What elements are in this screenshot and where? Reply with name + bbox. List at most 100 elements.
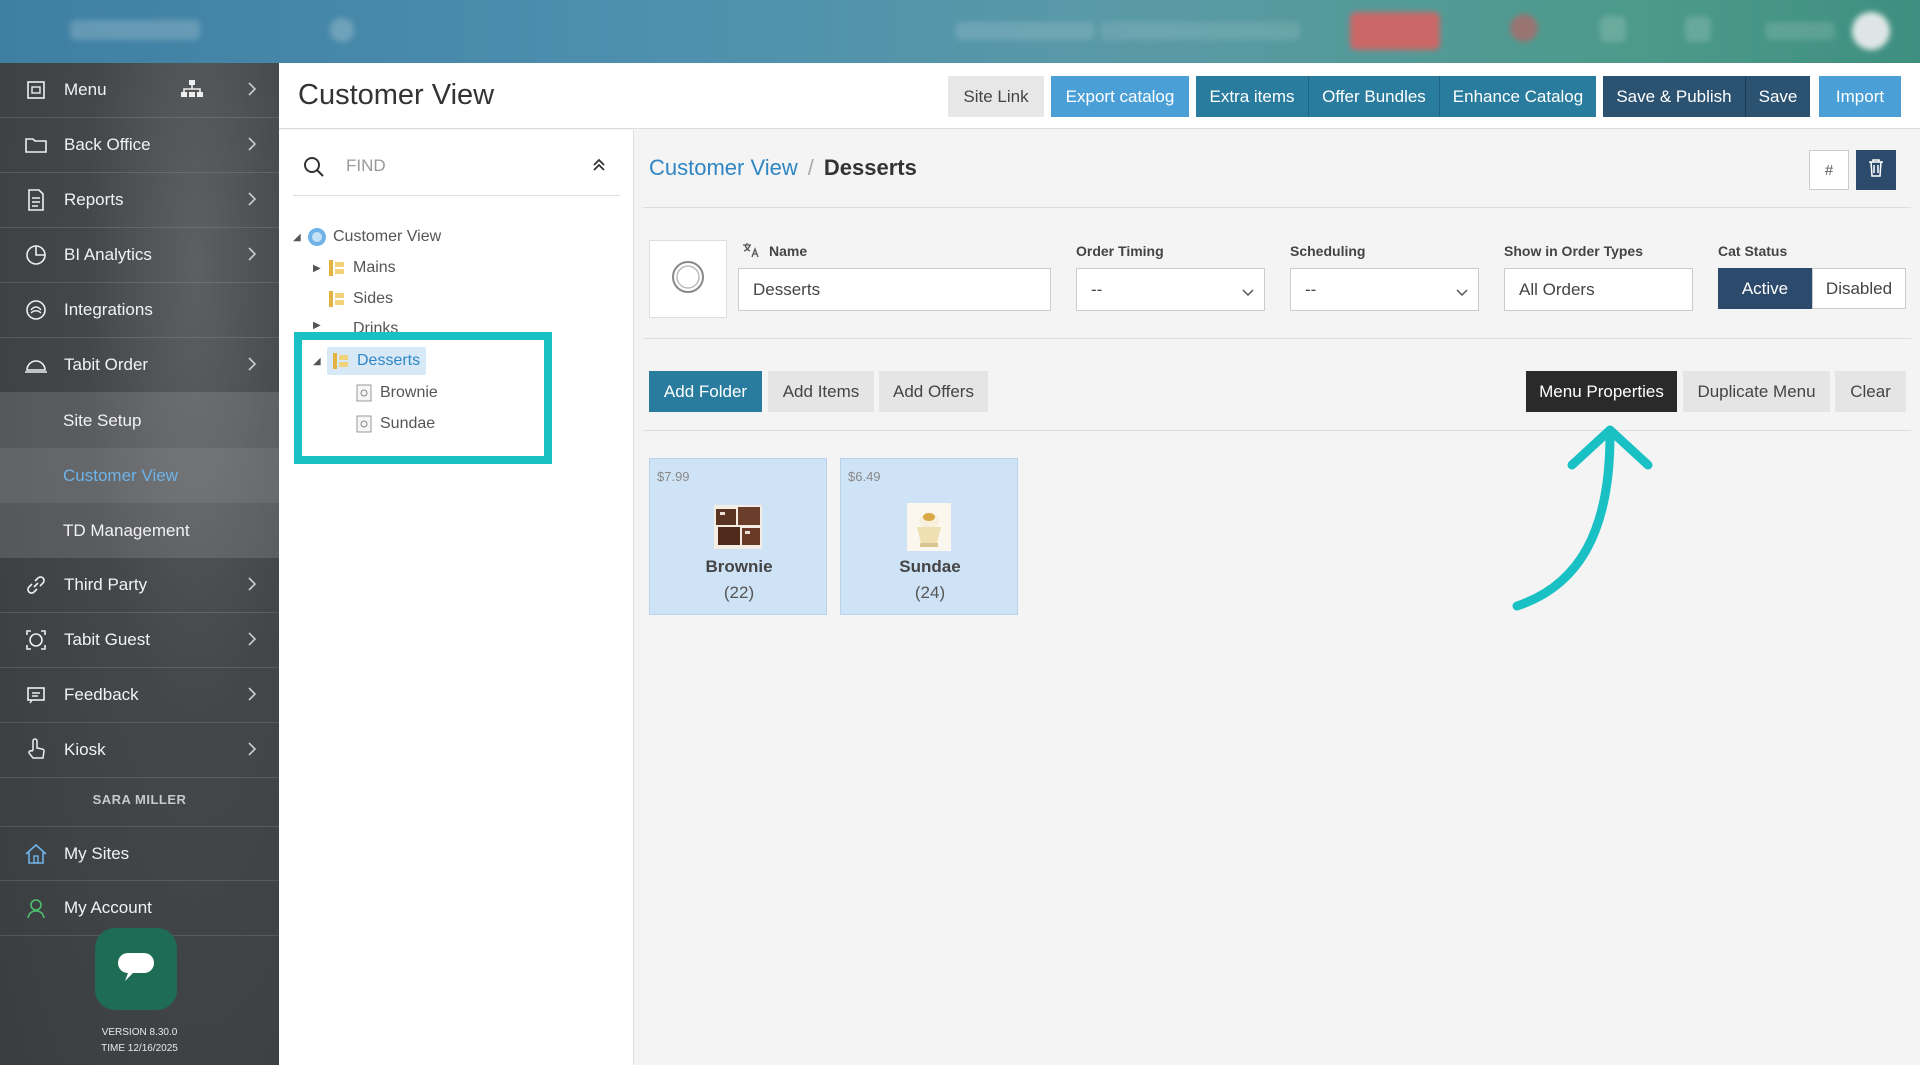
name-field[interactable]: Desserts: [738, 268, 1051, 311]
sidebar-subitem-site-setup[interactable]: Site Setup: [0, 393, 279, 448]
menu-properties-button[interactable]: Menu Properties: [1526, 371, 1677, 412]
sidebar-item-integrations[interactable]: Integrations: [0, 283, 279, 338]
offer-bundles-button[interactable]: Offer Bundles: [1309, 76, 1440, 117]
sidebar-item-label: Feedback: [64, 685, 139, 704]
enhance-catalog-button[interactable]: Enhance Catalog: [1440, 76, 1596, 117]
item-count: (24): [914, 583, 946, 602]
blurred-text: [1100, 22, 1300, 40]
status-disabled-button[interactable]: Disabled: [1812, 268, 1906, 309]
breadcrumb: Customer View / Desserts: [649, 155, 917, 181]
breadcrumb-current: Desserts: [823, 155, 917, 180]
menu-icon: [22, 76, 50, 104]
sidebar-item-tabit-order[interactable]: Tabit Order: [0, 338, 279, 393]
extra-items-button[interactable]: Extra items: [1196, 76, 1309, 117]
search-input[interactable]: FIND: [346, 156, 386, 176]
cloche-icon: [22, 351, 50, 379]
sidebar-item-label: Menu: [64, 80, 107, 99]
tree-node-root[interactable]: ◢ Customer View: [293, 223, 441, 251]
item-tile[interactable]: $7.99 Brownie (22): [649, 458, 827, 615]
chat-button[interactable]: [95, 928, 177, 1010]
export-catalog-button[interactable]: Export catalog: [1051, 76, 1189, 117]
find-bar[interactable]: FIND: [293, 136, 620, 196]
add-items-button[interactable]: Add Items: [768, 371, 874, 412]
chevron-right-icon: [247, 741, 257, 762]
sidebar-subitem-td-management[interactable]: TD Management: [0, 503, 279, 558]
order-timing-label: Order Timing: [1076, 243, 1164, 259]
hash-button[interactable]: #: [1809, 150, 1849, 190]
sidebar-item-label: Tabit Order: [64, 355, 149, 374]
sidebar: Menu Back Office Reports BI Analytics In…: [0, 63, 279, 1065]
blurred-text: [955, 22, 1095, 40]
collapsed-arrow-icon[interactable]: ▶: [313, 320, 327, 331]
top-bar: [0, 0, 1920, 63]
chevron-right-icon: [247, 81, 257, 102]
sidebar-item-reports[interactable]: Reports: [0, 173, 279, 228]
search-icon: [303, 156, 325, 183]
tree-node-drinks[interactable]: ▶ Drinks: [313, 316, 398, 332]
breadcrumb-root-link[interactable]: Customer View: [649, 155, 798, 180]
sidebar-item-feedback[interactable]: Feedback: [0, 668, 279, 723]
item-tile[interactable]: $6.49 Sundae (24): [840, 458, 1018, 615]
blurred-icon: [1600, 16, 1626, 42]
sidebar-item-kiosk[interactable]: Kiosk: [0, 723, 279, 778]
sidebar-item-menu[interactable]: Menu: [0, 63, 279, 118]
order-types-field[interactable]: All Orders: [1504, 268, 1693, 311]
tree-node-mains[interactable]: ▶ Mains: [313, 254, 396, 282]
breadcrumb-separator: /: [807, 155, 814, 180]
chevron-right-icon: [247, 686, 257, 707]
folder-icon: [22, 131, 50, 159]
sundae-image: [903, 501, 955, 553]
save-button[interactable]: Save: [1746, 76, 1810, 117]
integrations-icon: [22, 296, 50, 324]
item-name: Brownie: [705, 557, 773, 576]
add-folder-button[interactable]: Add Folder: [649, 371, 762, 412]
duplicate-menu-button[interactable]: Duplicate Menu: [1683, 371, 1830, 412]
tree-node-label: Sides: [353, 290, 394, 307]
image-upload[interactable]: [649, 240, 727, 318]
annotation-arrow: [1512, 425, 1653, 611]
guest-icon: [22, 626, 50, 654]
feedback-icon: [22, 681, 50, 709]
sidebar-subitem-customer-view[interactable]: Customer View: [0, 448, 279, 503]
sidebar-item-bi-analytics[interactable]: BI Analytics: [0, 228, 279, 283]
translate-icon[interactable]: [742, 242, 760, 263]
chevron-right-icon: [247, 631, 257, 652]
delete-button[interactable]: [1856, 150, 1896, 190]
collapsed-arrow-icon[interactable]: ▶: [313, 263, 327, 274]
sidebar-item-label: Third Party: [64, 575, 148, 594]
blurred-icon: [330, 18, 354, 42]
status-active-button[interactable]: Active: [1718, 268, 1812, 309]
clear-button[interactable]: Clear: [1835, 371, 1906, 412]
order-timing-value: --: [1091, 279, 1103, 299]
item-price: $7.99: [657, 469, 690, 484]
scheduling-select[interactable]: --: [1290, 268, 1479, 311]
collapse-up-icon[interactable]: [592, 158, 606, 177]
cat-status-label: Cat Status: [1718, 243, 1788, 259]
sidebar-item-tabit-guest[interactable]: Tabit Guest: [0, 613, 279, 668]
site-link-button[interactable]: Site Link: [948, 76, 1044, 117]
pie-chart-icon: [22, 241, 50, 269]
tree-node-sides[interactable]: Sides: [313, 285, 393, 313]
chevron-right-icon: [247, 246, 257, 267]
chevron-right-icon: [247, 136, 257, 157]
import-button[interactable]: Import: [1819, 76, 1901, 117]
save-publish-button[interactable]: Save & Publish: [1603, 76, 1746, 117]
expanded-arrow-icon[interactable]: ◢: [293, 232, 307, 243]
folder-tree-icon: [327, 316, 347, 332]
add-offers-button[interactable]: Add Offers: [879, 371, 988, 412]
folder-tree-icon: [327, 289, 347, 309]
sidebar-item-third-party[interactable]: Third Party: [0, 558, 279, 613]
sitemap-icon[interactable]: [180, 79, 204, 104]
order-timing-select[interactable]: --: [1076, 268, 1265, 311]
content-area: Customer View / Desserts # Name Desserts O…: [635, 130, 1920, 1065]
link-icon: [22, 571, 50, 599]
home-icon: [22, 840, 50, 868]
folder-tree-icon: [327, 258, 347, 278]
item-count: (22): [723, 583, 755, 602]
sidebar-item-my-sites[interactable]: My Sites: [0, 826, 279, 881]
item-price: $6.49: [848, 469, 881, 484]
document-icon: [22, 186, 50, 214]
chevron-right-icon: [247, 356, 257, 377]
name-label: Name: [769, 243, 808, 259]
sidebar-item-back-office[interactable]: Back Office: [0, 118, 279, 173]
